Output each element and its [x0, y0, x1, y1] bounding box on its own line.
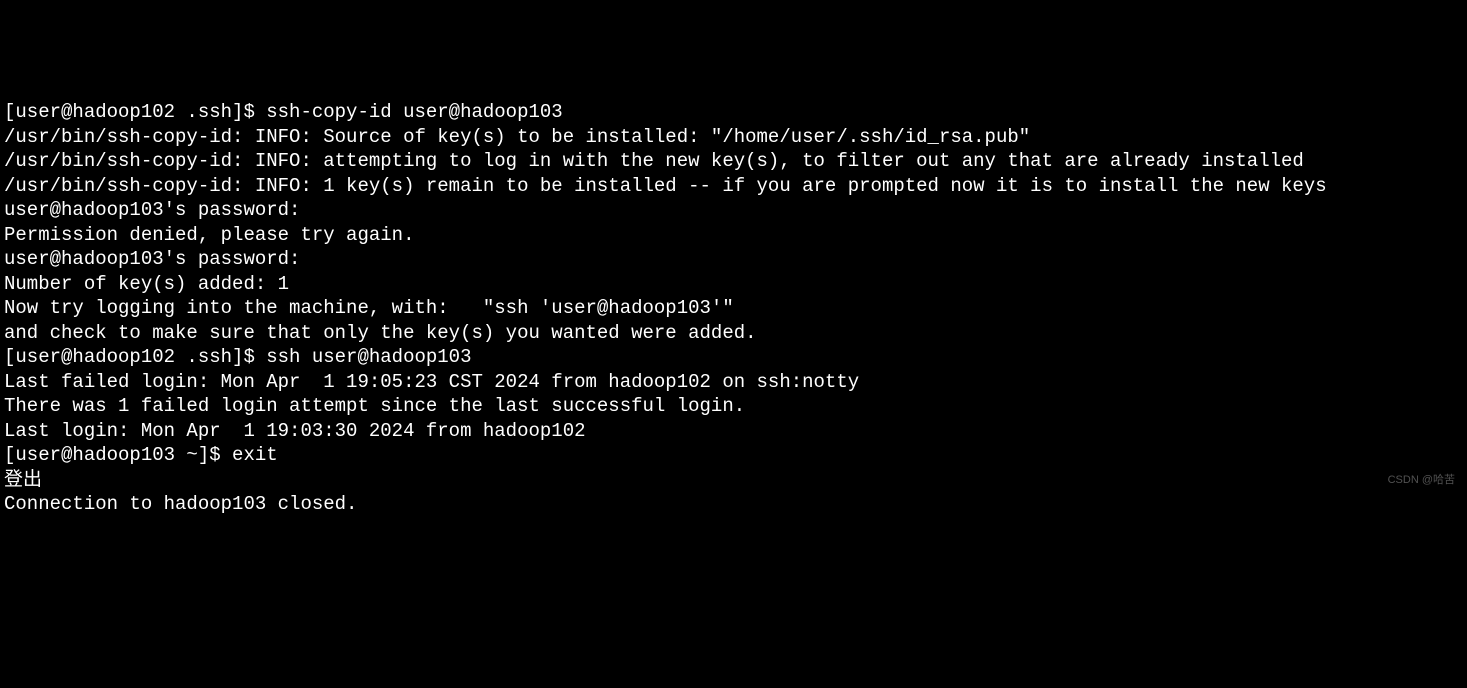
terminal-line: [user@hadoop102 .ssh]$ ssh-copy-id user@…: [4, 100, 1463, 125]
terminal-line: Number of key(s) added: 1: [4, 272, 1463, 297]
terminal-line: Permission denied, please try again.: [4, 223, 1463, 248]
terminal-line: [user@hadoop102 .ssh]$ ssh user@hadoop10…: [4, 345, 1463, 370]
terminal-line: and check to make sure that only the key…: [4, 321, 1463, 346]
terminal-line: There was 1 failed login attempt since t…: [4, 394, 1463, 419]
terminal-output[interactable]: [user@hadoop102 .ssh]$ ssh-copy-id user@…: [4, 100, 1463, 517]
terminal-line: [user@hadoop103 ~]$ exit: [4, 443, 1463, 468]
terminal-line: /usr/bin/ssh-copy-id: INFO: 1 key(s) rem…: [4, 174, 1463, 199]
terminal-line: user@hadoop103's password:: [4, 198, 1463, 223]
terminal-line: /usr/bin/ssh-copy-id: INFO: Source of ke…: [4, 125, 1463, 150]
terminal-line: Last login: Mon Apr 1 19:03:30 2024 from…: [4, 419, 1463, 444]
terminal-line: 登出: [4, 468, 1463, 493]
terminal-line: user@hadoop103's password:: [4, 247, 1463, 272]
terminal-line: Last failed login: Mon Apr 1 19:05:23 CS…: [4, 370, 1463, 395]
terminal-line: Connection to hadoop103 closed.: [4, 492, 1463, 517]
watermark-text: CSDN @哈苦: [1388, 468, 1455, 493]
terminal-line: Now try logging into the machine, with: …: [4, 296, 1463, 321]
terminal-line: /usr/bin/ssh-copy-id: INFO: attempting t…: [4, 149, 1463, 174]
